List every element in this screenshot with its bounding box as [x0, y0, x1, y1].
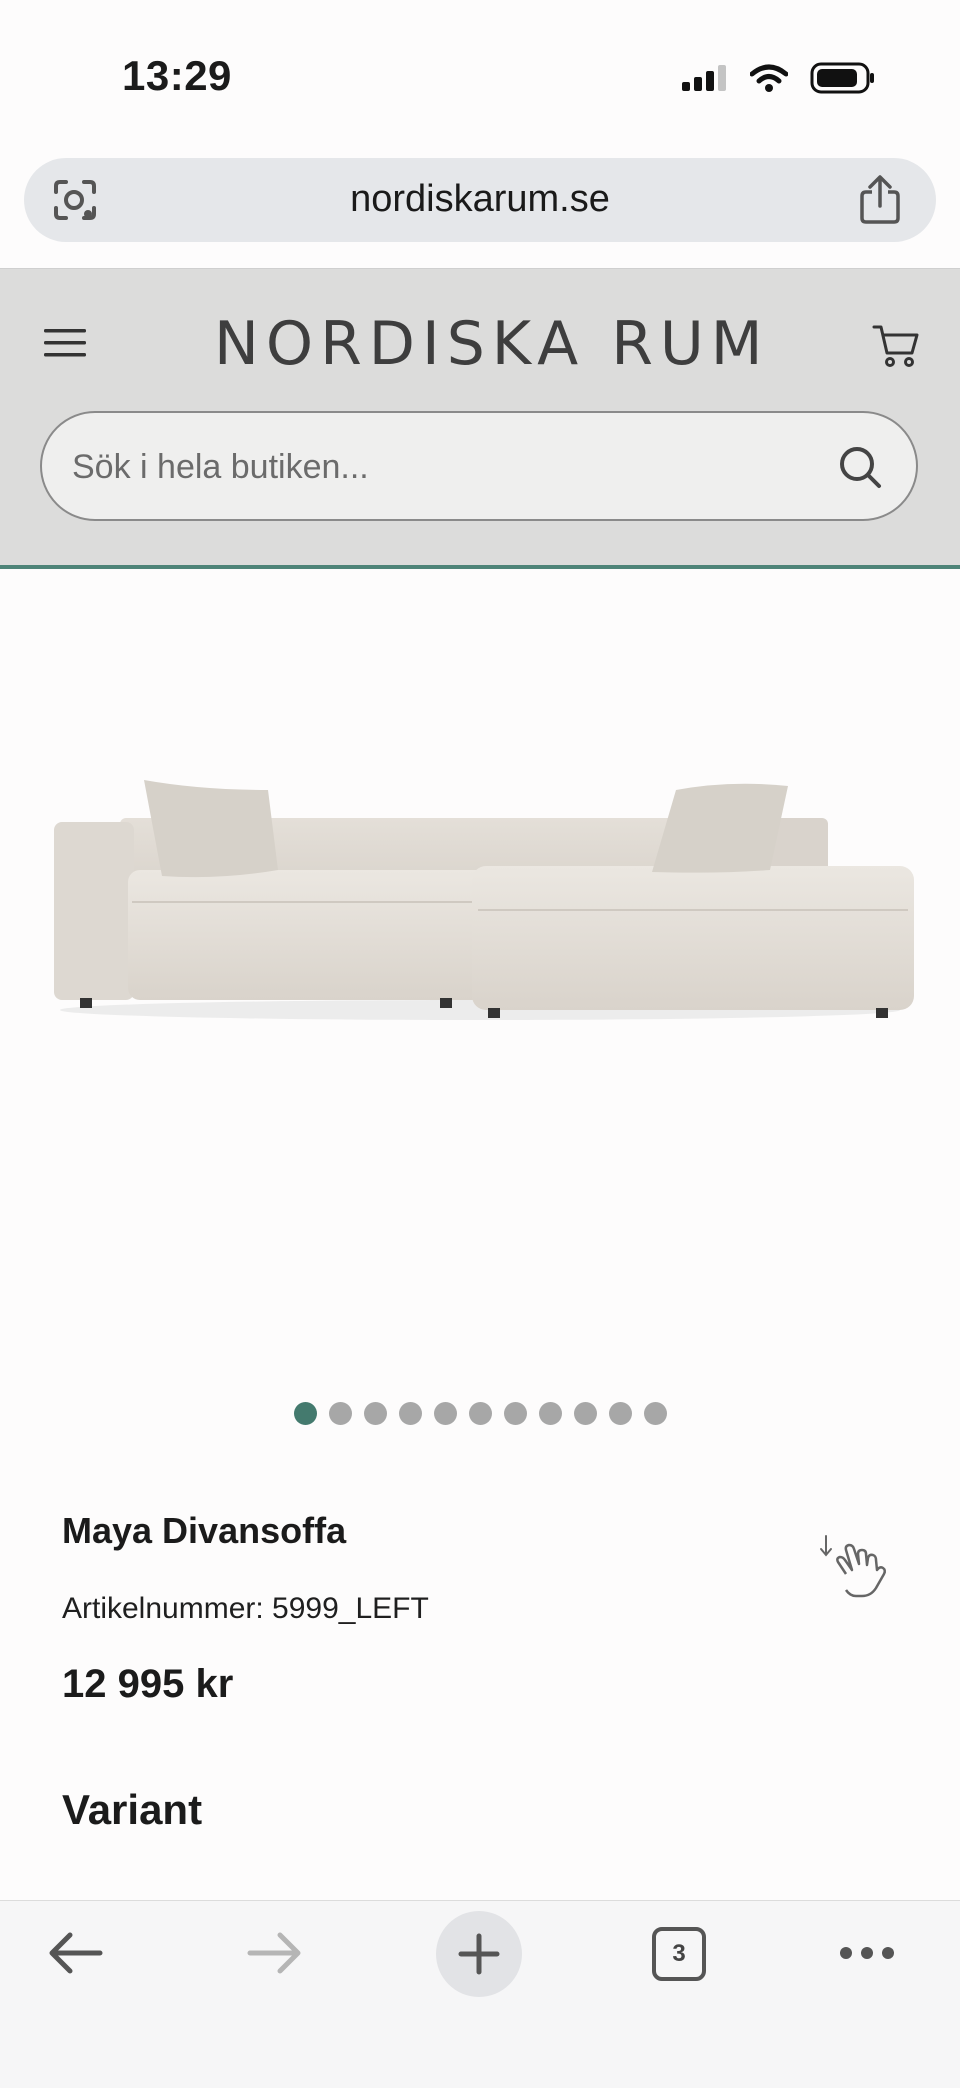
share-icon[interactable]	[858, 174, 902, 229]
carousel-dot[interactable]	[293, 1402, 317, 1425]
hand-scroll-icon	[816, 1532, 896, 1607]
hamburger-menu-icon[interactable]	[44, 327, 86, 364]
article-number: Artikelnummer: 5999_LEFT	[62, 1592, 429, 1625]
status-time: 13:29	[122, 52, 232, 99]
tab-count-button[interactable]: 3	[652, 1927, 706, 1981]
shopping-cart-icon[interactable]	[872, 323, 920, 374]
carousel-dot[interactable]	[468, 1402, 492, 1425]
carousel-dot[interactable]	[433, 1402, 457, 1425]
new-tab-button[interactable]	[436, 1911, 522, 1997]
product-price: 12 995 kr	[62, 1662, 234, 1706]
battery-icon	[810, 62, 874, 94]
cellular-signal-icon	[682, 65, 726, 91]
carousel-dot[interactable]	[363, 1402, 387, 1425]
variant-heading: Variant	[62, 1786, 203, 1833]
status-icons	[682, 58, 876, 98]
carousel-dot[interactable]	[328, 1402, 352, 1425]
back-arrow-icon[interactable]	[44, 1923, 106, 1988]
url-text[interactable]: nordiskarum.se	[24, 178, 936, 221]
product-name: Maya Divansoffa	[62, 1510, 347, 1551]
plus-icon	[458, 1933, 500, 1975]
browser-toolbar: 3	[0, 1900, 960, 2088]
carousel-dot[interactable]	[643, 1402, 667, 1425]
browser-address-bar[interactable]: nordiskarum.se	[24, 158, 936, 242]
search-input[interactable]	[70, 439, 834, 495]
carousel-dot[interactable]	[538, 1402, 562, 1425]
site-logo[interactable]: NORDISKA RUM	[214, 309, 770, 379]
site-header: NORDISKA RUM	[0, 268, 960, 569]
carousel-dot[interactable]	[608, 1402, 632, 1425]
search-box	[40, 411, 918, 521]
product-image[interactable]	[40, 760, 920, 1040]
carousel-dots	[0, 1402, 960, 1425]
forward-arrow-icon[interactable]	[244, 1923, 306, 1988]
more-options-icon[interactable]	[838, 1945, 896, 1966]
search-icon[interactable]	[838, 445, 882, 494]
carousel-dot[interactable]	[503, 1402, 527, 1425]
carousel-dot[interactable]	[573, 1402, 597, 1425]
wifi-icon	[750, 64, 788, 92]
carousel-dot[interactable]	[398, 1402, 422, 1425]
